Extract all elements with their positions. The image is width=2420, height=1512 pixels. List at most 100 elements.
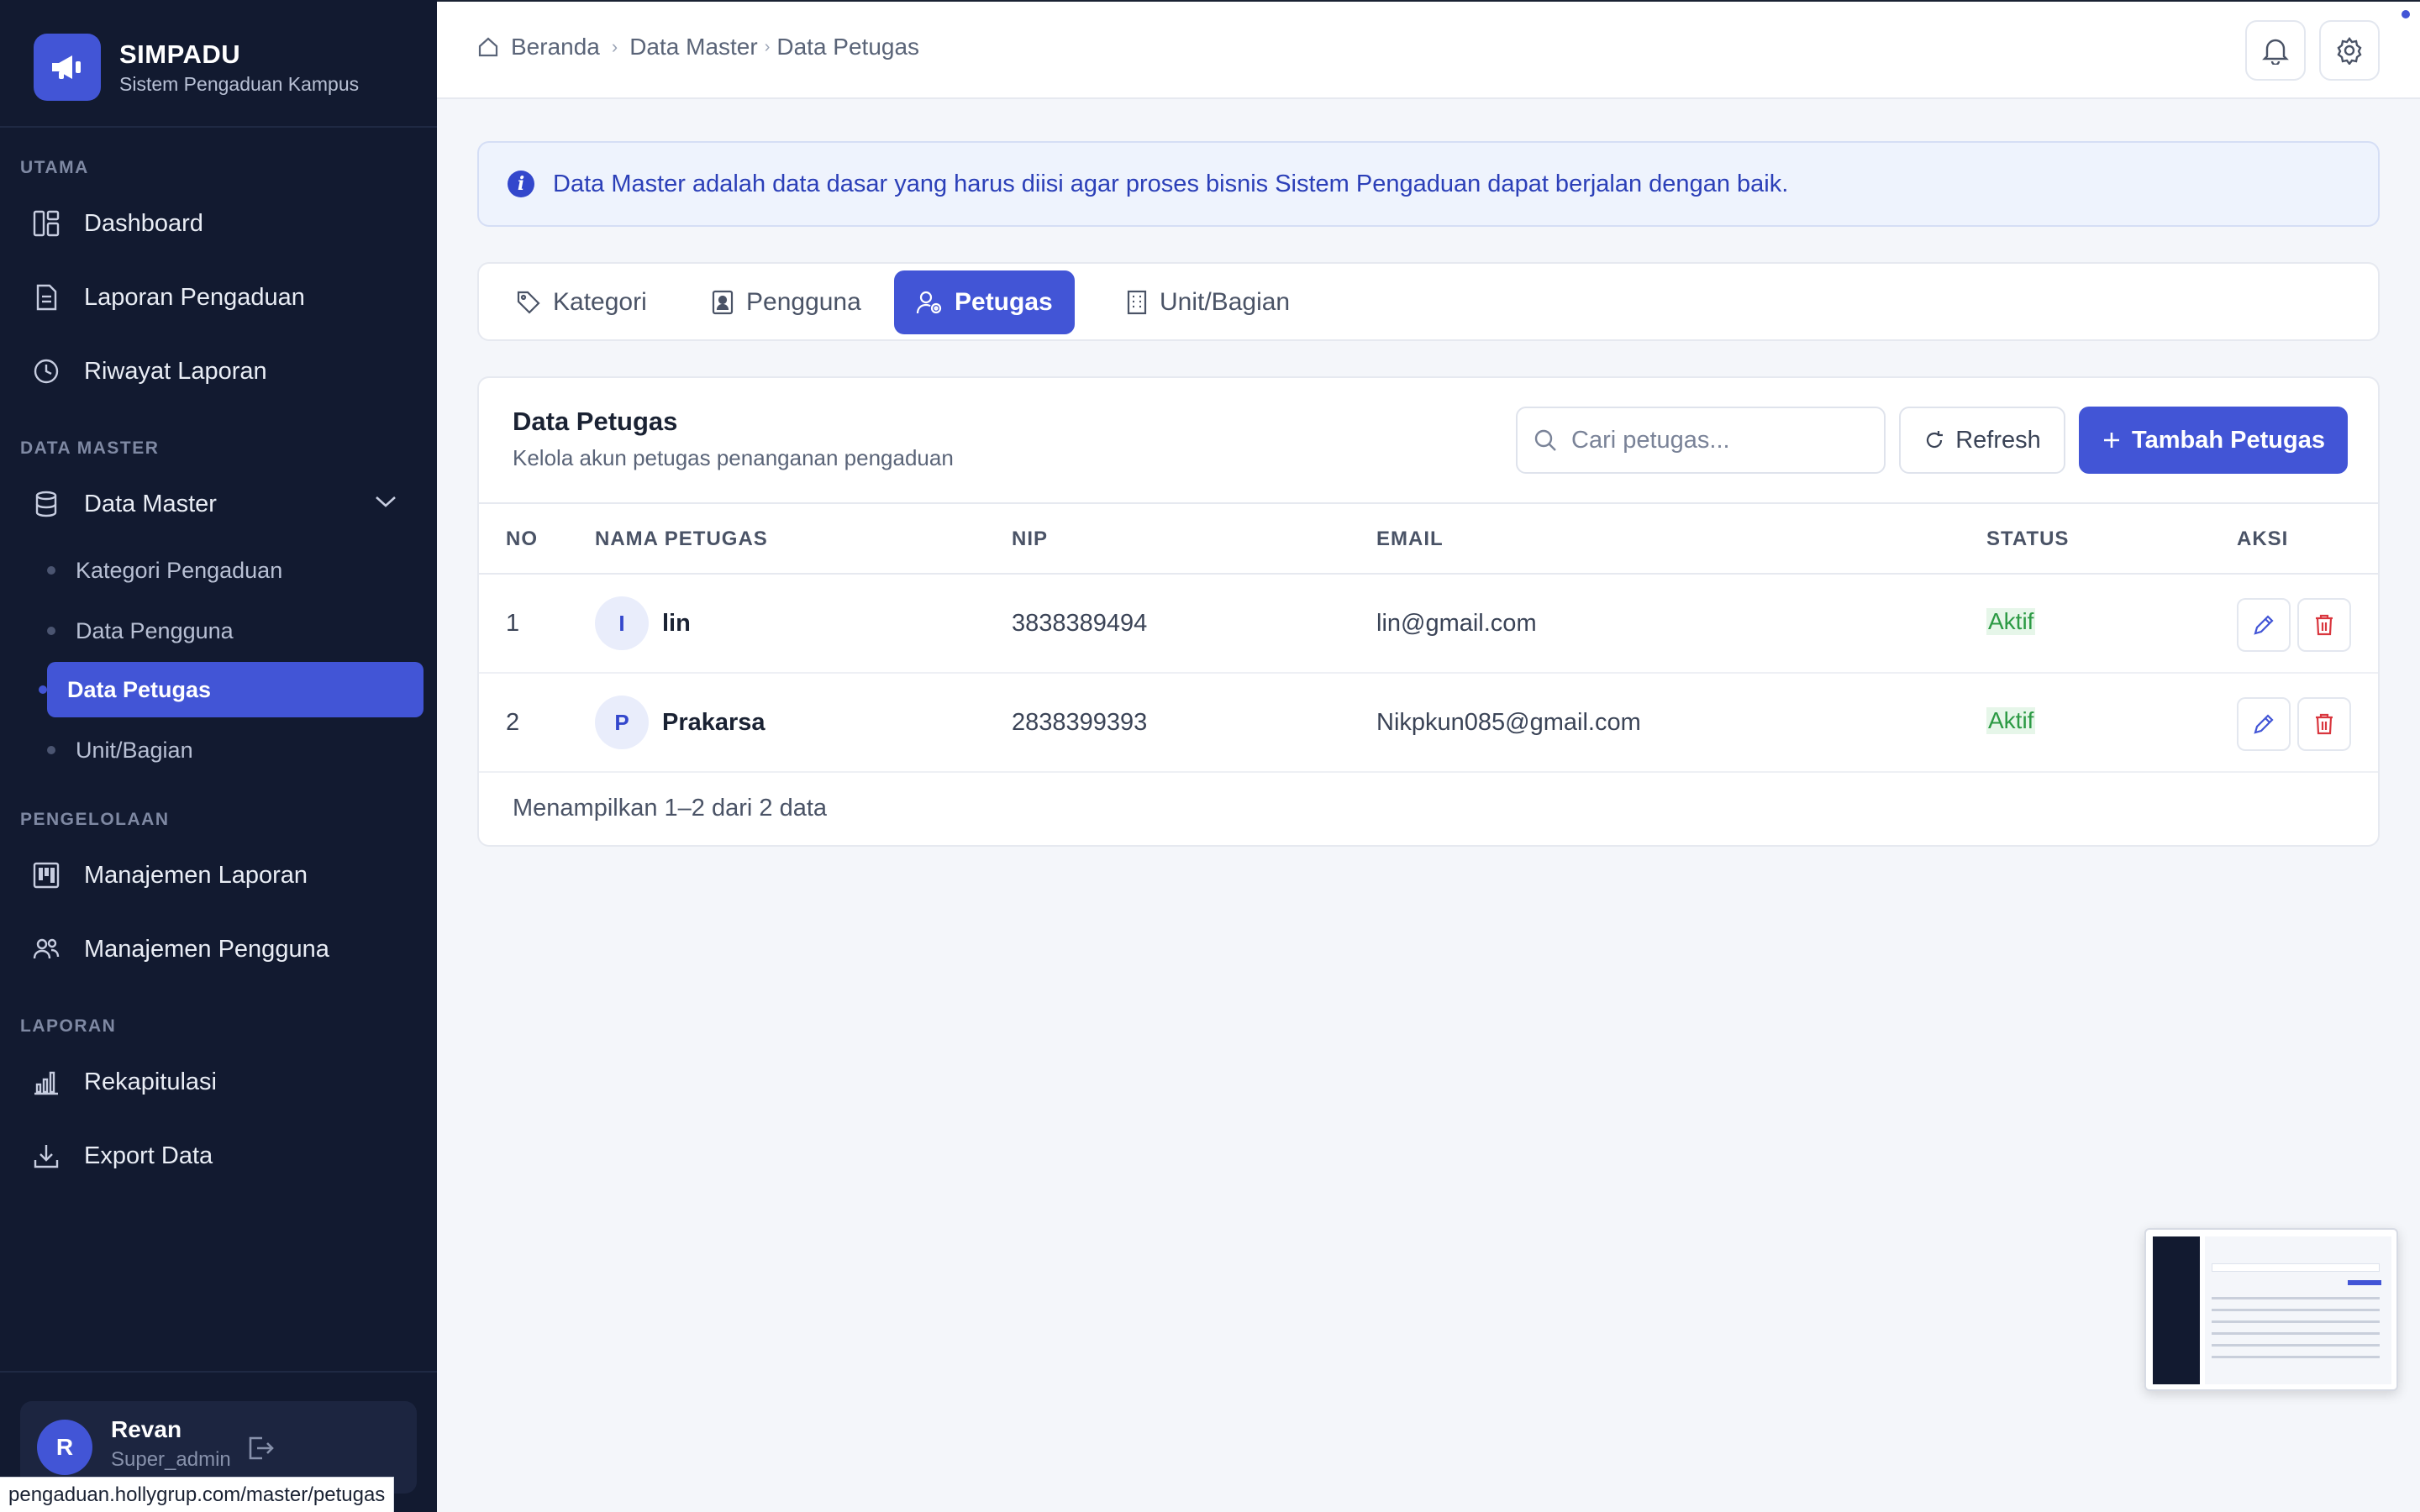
- bullet-dot: [47, 627, 55, 635]
- document-icon: [24, 274, 71, 321]
- pencil-icon: [2252, 613, 2275, 637]
- tag-icon: [516, 290, 541, 315]
- bullet-dot: [47, 566, 55, 575]
- search-icon: [1533, 428, 1558, 453]
- refresh-label: Refresh: [1955, 426, 2041, 454]
- cell-email: Nikpkun085@gmail.com: [1376, 709, 1641, 736]
- divider: [0, 126, 437, 128]
- sidebar-item-manajemen-laporan[interactable]: Manajemen Laporan: [24, 845, 418, 906]
- sidebar-subitem-kategori-pengaduan[interactable]: Kategori Pengaduan: [47, 543, 424, 598]
- sidebar-subitem-unit-bagian[interactable]: Unit/Bagian: [47, 722, 424, 778]
- breadcrumb-separator: ›: [611, 36, 618, 57]
- card-subtitle: Kelola akun petugas penanganan pengaduan: [513, 445, 954, 470]
- column-header-aksi: AKSI: [2237, 528, 2289, 550]
- thumbnail-row: [2212, 1356, 2380, 1358]
- tab-label: Kategori: [553, 288, 647, 316]
- master-tabs: Kategori Pengguna Petugas Unit/Bagian: [477, 262, 2380, 341]
- thumbnail-sidebar: [2153, 1236, 2200, 1384]
- sidebar-item-label: Manajemen Pengguna: [84, 935, 329, 963]
- sidebar-item-label: Rekapitulasi: [84, 1068, 217, 1095]
- user-role: Super_admin: [111, 1448, 231, 1471]
- plus-icon: [2102, 430, 2122, 450]
- settings-button[interactable]: [2319, 20, 2380, 81]
- sidebar-item-manajemen-pengguna[interactable]: Manajemen Pengguna: [24, 919, 418, 979]
- petugas-card: Data Petugas Kelola akun petugas penanga…: [477, 376, 2380, 847]
- thumbnail-button: [2348, 1280, 2381, 1285]
- tab-unit-bagian[interactable]: Unit/Bagian: [1104, 270, 1312, 334]
- sidebar-item-data-master[interactable]: Data Master: [24, 474, 418, 534]
- clock-icon: [24, 348, 71, 395]
- users-icon: [24, 926, 71, 973]
- info-banner-text: Data Master adalah data dasar yang harus…: [553, 170, 1789, 197]
- refresh-icon: [1923, 429, 1945, 451]
- sidebar-item-dashboard[interactable]: Dashboard: [24, 193, 418, 254]
- id-badge-icon: [711, 289, 734, 316]
- thumbnail-row: [2212, 1344, 2380, 1347]
- thumbnail-row: [2212, 1297, 2380, 1299]
- home-icon[interactable]: [477, 36, 499, 58]
- tab-kategori[interactable]: Kategori: [494, 270, 669, 334]
- dashboard-icon: [24, 200, 71, 247]
- petugas-name: Prakarsa: [662, 708, 765, 736]
- add-petugas-label: Tambah Petugas: [2132, 426, 2325, 454]
- breadcrumb: Beranda › Data Master › Data Petugas: [477, 34, 919, 60]
- tab-pengguna[interactable]: Pengguna: [689, 270, 883, 334]
- sidebar-item-label: Data Master: [84, 490, 217, 517]
- notification-button[interactable]: [2245, 20, 2306, 81]
- sidebar-item-label: Manajemen Laporan: [84, 861, 308, 889]
- sidebar-subitem-label: Unit/Bagian: [76, 737, 193, 763]
- bell-icon: [2262, 36, 2289, 65]
- sidebar-item-export-data[interactable]: Export Data: [24, 1126, 418, 1186]
- cell-nip: 2838399393: [1012, 709, 1148, 736]
- megaphone-icon: [34, 34, 101, 101]
- cell-nama: P Prakarsa: [595, 696, 765, 749]
- avatar: P: [595, 696, 649, 749]
- status-badge: Aktif: [1986, 707, 2036, 734]
- cell-no: 2: [506, 709, 520, 736]
- table-header: NO NAMA PETUGAS NIP EMAIL STATUS AKSI: [479, 502, 2378, 575]
- column-header-email: EMAIL: [1376, 528, 1444, 550]
- sidebar-item-riwayat-laporan[interactable]: Riwayat Laporan: [24, 341, 418, 402]
- delete-button[interactable]: [2297, 598, 2351, 652]
- sidebar-subitem-data-pengguna[interactable]: Data Pengguna: [47, 603, 424, 659]
- thumbnail-banner: [2212, 1263, 2380, 1272]
- add-petugas-button[interactable]: Tambah Petugas: [2079, 407, 2348, 474]
- thumbnail-row: [2212, 1332, 2380, 1335]
- edit-button[interactable]: [2237, 697, 2291, 751]
- screenshot-thumbnail[interactable]: [2144, 1228, 2398, 1391]
- building-icon: [1126, 289, 1148, 316]
- sidebar-subitem-label: Data Petugas: [67, 676, 212, 702]
- brand-subtitle: Sistem Pengaduan Kampus: [119, 72, 360, 95]
- cell-no: 1: [506, 610, 520, 637]
- refresh-button[interactable]: Refresh: [1899, 407, 2065, 474]
- search-input[interactable]: [1571, 426, 1874, 454]
- card-title: Data Petugas: [513, 407, 678, 436]
- logout-icon[interactable]: [244, 1431, 277, 1465]
- sidebar-item-rekapitulasi[interactable]: Rekapitulasi: [24, 1052, 418, 1112]
- database-icon: [24, 480, 71, 528]
- column-header-nip: NIP: [1012, 528, 1049, 550]
- brand[interactable]: SIMPADU Sistem Pengaduan Kampus: [34, 34, 359, 101]
- trash-icon: [2313, 712, 2335, 736]
- chevron-down-icon[interactable]: [373, 492, 398, 515]
- table-row: 2 P Prakarsa 2838399393 Nikpkun085@gmail…: [479, 674, 2378, 773]
- delete-button[interactable]: [2297, 697, 2351, 751]
- pencil-icon: [2252, 712, 2275, 736]
- tab-petugas[interactable]: Petugas: [894, 270, 1075, 334]
- sidebar-item-label: Export Data: [84, 1142, 213, 1169]
- petugas-name: lin: [662, 609, 691, 637]
- breadcrumb-home[interactable]: Beranda: [511, 34, 600, 60]
- table-row: 1 I lin 3838389494 lin@gmail.com Aktif: [479, 575, 2378, 674]
- user-name: Revan: [111, 1416, 182, 1442]
- download-icon: [24, 1132, 71, 1179]
- thumbnail-row: [2212, 1309, 2380, 1311]
- info-banner: i Data Master adalah data dasar yang har…: [477, 141, 2380, 227]
- cell-nip: 3838389494: [1012, 610, 1148, 637]
- search-box[interactable]: [1516, 407, 1886, 474]
- sidebar-subitem-data-petugas[interactable]: Data Petugas: [39, 662, 424, 717]
- info-icon: i: [508, 171, 534, 197]
- breadcrumb-parent[interactable]: Data Master: [629, 34, 758, 60]
- section-label-utama: UTAMA: [20, 158, 89, 177]
- edit-button[interactable]: [2237, 598, 2291, 652]
- sidebar-item-laporan-pengaduan[interactable]: Laporan Pengaduan: [24, 267, 418, 328]
